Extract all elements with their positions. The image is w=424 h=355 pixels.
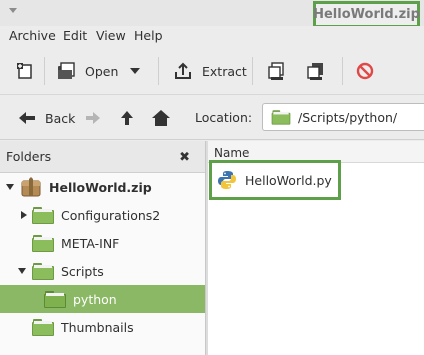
back-button[interactable]: Back [18, 108, 75, 128]
window-menu-icon[interactable] [9, 8, 17, 13]
location-field[interactable]: /Scripts/python/ [262, 103, 424, 131]
home-icon [152, 110, 170, 126]
location-label: Location: [195, 110, 253, 125]
menu-help[interactable]: Help [134, 28, 163, 43]
tree-item-configurations2[interactable]: Configurations2 [0, 201, 205, 229]
menu-view[interactable]: View [96, 28, 126, 43]
tree-item-label: Scripts [61, 263, 104, 279]
arrow-up-icon [121, 111, 133, 125]
expander-expanded-icon[interactable] [6, 184, 14, 190]
folder-icon [32, 262, 54, 280]
file-row-helloworld-py[interactable]: HelloWorld.py [209, 160, 341, 200]
location-path: /Scripts/python/ [298, 109, 398, 125]
location-bar: Back Location: /Scripts/python/ [0, 96, 424, 140]
arrow-left-icon [19, 112, 35, 124]
tree-item-label: META-INF [61, 235, 120, 251]
tree-item-python[interactable]: python [0, 285, 205, 313]
title-bar: HelloWorld.zip [0, 0, 424, 28]
up-button[interactable] [120, 108, 134, 128]
extract-button[interactable]: Extract [172, 56, 247, 86]
file-list: Name HelloWorld.py [208, 141, 424, 355]
window-title: HelloWorld.zip [313, 1, 420, 28]
menu-archive[interactable]: Archive [9, 28, 56, 43]
stop-button[interactable] [355, 56, 375, 86]
stop-icon [356, 62, 374, 80]
extract-label: Extract [202, 63, 247, 79]
open-dropdown-button[interactable] [130, 56, 140, 86]
chevron-down-icon [130, 68, 140, 74]
new-archive-icon [17, 63, 32, 79]
add-files-icon [268, 62, 284, 80]
menu-bar: Archive Edit View Help [0, 26, 424, 46]
open-archive-icon [58, 62, 75, 79]
menu-edit[interactable]: Edit [63, 28, 87, 43]
add-folder-button[interactable] [305, 56, 327, 86]
toolbar: Open Extract [0, 47, 424, 95]
toolbar-separator [44, 57, 45, 85]
sidebar-header: Folders ✖ [0, 141, 205, 173]
expander-collapsed-icon[interactable] [21, 211, 27, 219]
folder-icon [44, 290, 66, 308]
tree-item-label: Thumbnails [61, 319, 134, 335]
folder-icon [32, 234, 54, 252]
tree-item-helloworld-zip[interactable]: HelloWorld.zip [0, 173, 205, 201]
open-label: Open [85, 63, 119, 79]
new-archive-button[interactable] [14, 56, 36, 86]
tree-item-label: HelloWorld.zip [49, 179, 152, 195]
folder-icon [32, 206, 54, 224]
extract-icon [175, 62, 191, 79]
toolbar-separator [158, 57, 159, 85]
archive-icon [21, 177, 41, 197]
toolbar-separator [342, 57, 343, 85]
add-folder-icon [307, 63, 323, 80]
close-icon[interactable]: ✖ [179, 150, 190, 165]
forward-button[interactable] [85, 108, 101, 128]
tree-item-meta-inf[interactable]: META-INF [0, 229, 205, 257]
open-button[interactable]: Open [55, 56, 118, 86]
folder-icon [271, 109, 291, 125]
tree-item-label: Configurations2 [61, 207, 161, 223]
arrow-right-icon [86, 112, 100, 124]
python-file-icon [218, 171, 236, 189]
folders-sidebar: Folders ✖ HelloWorld.zip Configurations2… [0, 141, 205, 355]
tree-item-scripts[interactable]: Scripts [0, 257, 205, 285]
toolbar-separator [252, 57, 253, 85]
file-name: HelloWorld.py [245, 172, 332, 188]
folder-icon [32, 318, 54, 336]
add-files-button[interactable] [266, 56, 288, 86]
tree-item-thumbnails[interactable]: Thumbnails [0, 313, 205, 341]
sidebar-title: Folders [6, 149, 52, 164]
home-button[interactable] [151, 108, 171, 128]
tree-item-label: python [73, 291, 117, 307]
expander-expanded-icon[interactable] [18, 268, 26, 274]
back-label: Back [45, 110, 76, 126]
